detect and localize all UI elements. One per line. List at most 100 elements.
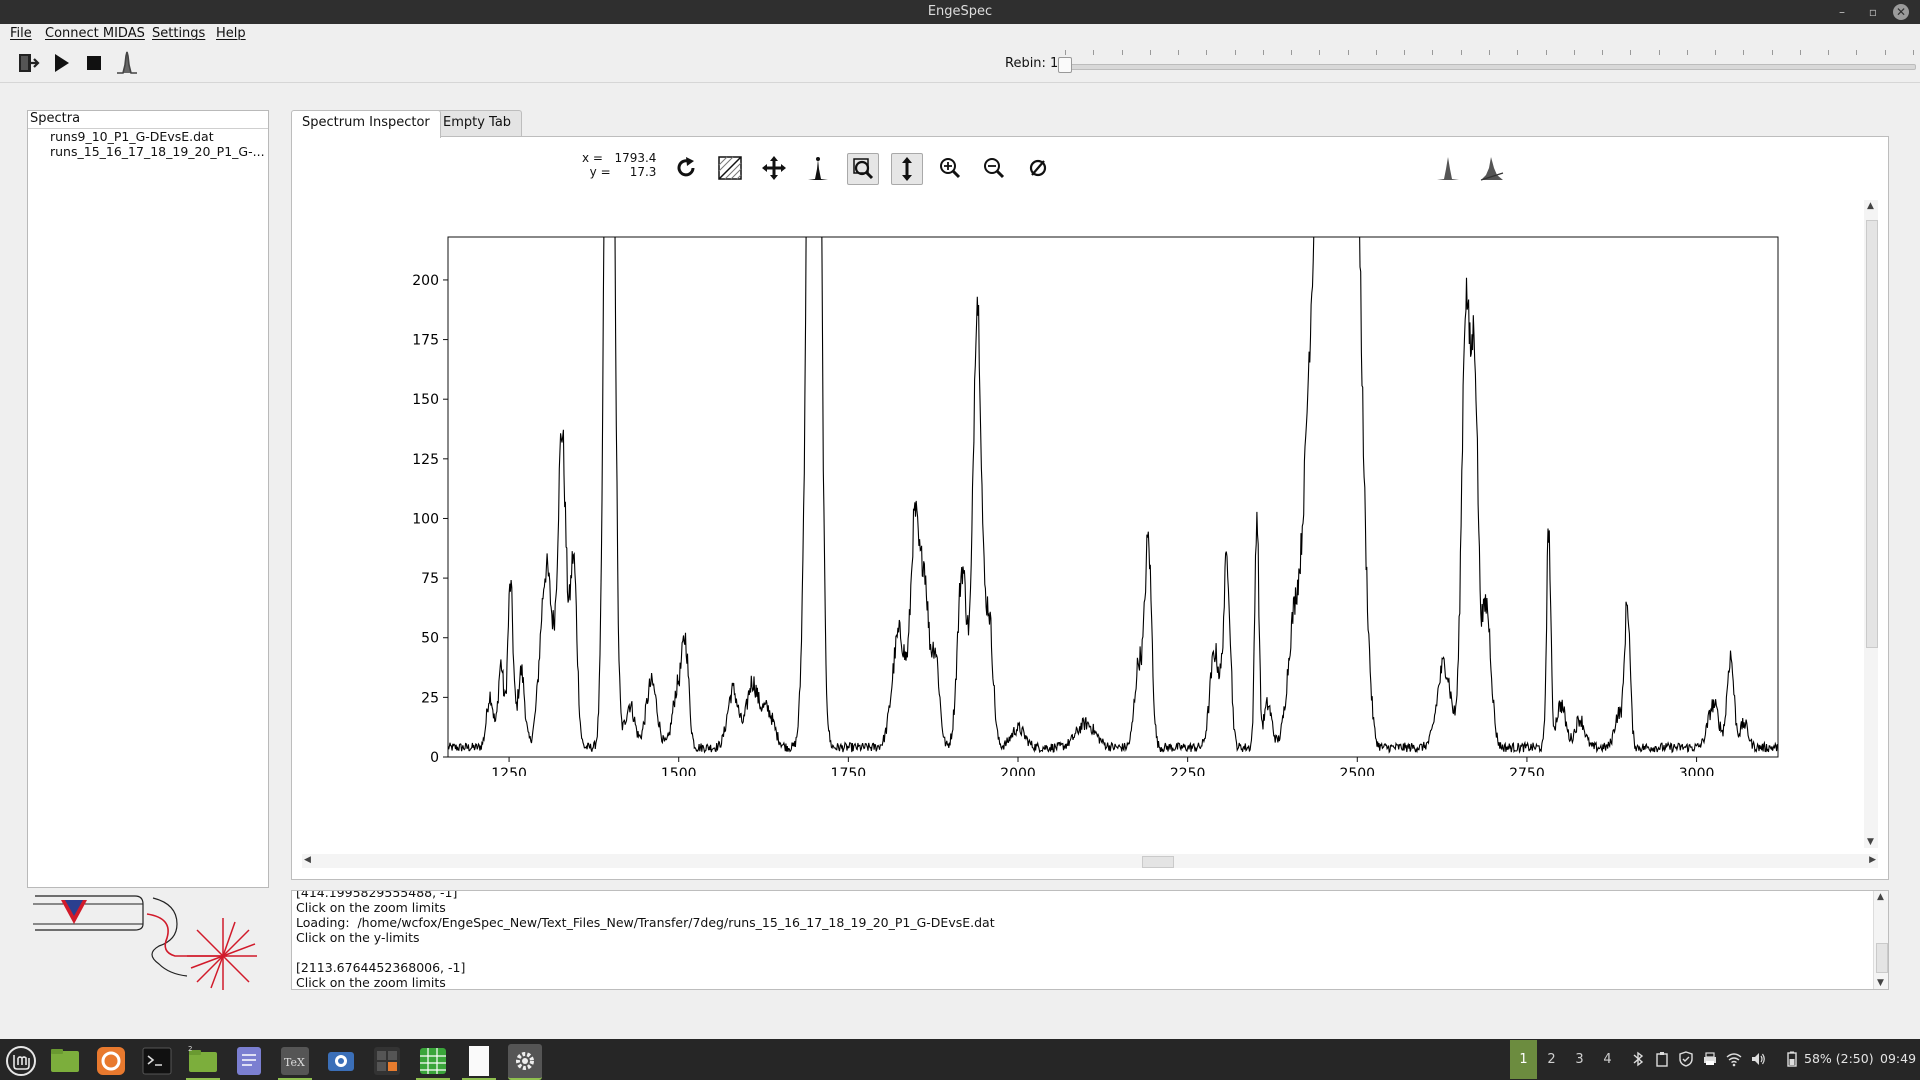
peak-icon[interactable] xyxy=(803,153,833,183)
slider-tick xyxy=(1517,50,1519,55)
scroll-thumb[interactable] xyxy=(1142,856,1174,868)
console-line: Click on the zoom limits xyxy=(296,900,446,915)
menu-file[interactable]: File xyxy=(10,26,32,41)
x-value: 1793.4 xyxy=(614,151,657,165)
slider-tick xyxy=(1206,50,1208,55)
text-editor-icon[interactable] xyxy=(232,1044,266,1078)
firefox-icon[interactable] xyxy=(94,1044,128,1078)
spectra-item[interactable]: runs9_10_P1_G-DEvsE.dat xyxy=(28,129,268,144)
calculator-icon[interactable] xyxy=(370,1044,404,1078)
spectrum-icon[interactable] xyxy=(114,50,140,76)
settings-icon[interactable] xyxy=(508,1044,542,1080)
zoom-rect-icon[interactable] xyxy=(847,153,879,185)
clear-icon[interactable] xyxy=(1023,153,1053,183)
spectrum-plot[interactable]: 0 25 50 75 100 125 150 175 200 1250 1500 1750 2000 2… xyxy=(300,196,1860,776)
restore-icon[interactable]: ▫ xyxy=(1864,3,1882,21)
x-axis: 1250 1500 1750 2000 2250 2500 2750 3000 xyxy=(491,757,1714,776)
exit-icon[interactable] xyxy=(15,50,41,76)
y-tick-label: 125 xyxy=(412,452,439,468)
scroll-thumb[interactable] xyxy=(1876,943,1888,973)
tab-spectrum-inspector[interactable]: Spectrum Inspector xyxy=(291,110,441,138)
slider-tick xyxy=(1489,50,1490,55)
bluetooth-icon[interactable] xyxy=(1630,1051,1646,1067)
spectra-item[interactable]: runs_15_16_17_18_19_20_P1_G-... xyxy=(28,144,268,159)
workspace-2[interactable]: 2 xyxy=(1538,1040,1565,1079)
scroll-left-icon[interactable]: ◀ xyxy=(304,855,311,865)
rebin-ticks xyxy=(1065,50,1914,56)
minimize-icon[interactable]: – xyxy=(1833,3,1851,21)
plot-axes xyxy=(447,236,1779,758)
rebin-slider-handle[interactable] xyxy=(1058,57,1072,73)
plot-vertical-scrollbar[interactable]: ▲ ▼ xyxy=(1864,200,1878,848)
files-icon[interactable] xyxy=(48,1044,82,1078)
burst-icon xyxy=(187,918,257,990)
scroll-thumb[interactable] xyxy=(1866,220,1878,648)
wifi-icon[interactable] xyxy=(1726,1051,1742,1067)
workspace-4[interactable]: 4 xyxy=(1594,1040,1621,1079)
screenshot-icon[interactable] xyxy=(324,1044,358,1078)
y-limits-icon[interactable] xyxy=(891,153,923,185)
x-tick-label: 2250 xyxy=(1170,766,1206,776)
file-manager-icon[interactable]: 2 xyxy=(186,1044,220,1080)
zoom-in-icon[interactable] xyxy=(935,153,965,183)
scroll-up-icon[interactable]: ▲ xyxy=(1867,201,1874,211)
printer-icon[interactable] xyxy=(1702,1051,1718,1067)
mint-menu-icon[interactable] xyxy=(4,1044,38,1078)
shield-icon[interactable] xyxy=(1678,1051,1694,1067)
terminal-icon[interactable] xyxy=(140,1044,174,1078)
slider-tick xyxy=(1432,50,1434,55)
slider-tick xyxy=(1828,50,1830,55)
home-icon[interactable] xyxy=(671,153,701,183)
scroll-down-icon[interactable]: ▼ xyxy=(1867,837,1874,847)
peak-fit-bg-icon[interactable] xyxy=(1477,153,1507,183)
menu-help[interactable]: Help xyxy=(216,26,246,41)
clock[interactable]: 09:49 xyxy=(1880,1051,1916,1066)
slider-tick xyxy=(1093,50,1095,55)
y-tick-label: 50 xyxy=(421,631,439,647)
menu-connect-midas[interactable]: Connect MIDAS xyxy=(45,26,145,41)
slider-tick xyxy=(1291,50,1293,55)
stop-icon[interactable] xyxy=(81,50,107,76)
tex-editor-icon[interactable]: TeX xyxy=(278,1044,312,1080)
slider-tick xyxy=(1913,50,1914,55)
plot-horizontal-scrollbar[interactable]: ◀ ▶ xyxy=(302,854,1878,868)
scroll-up-icon[interactable]: ▲ xyxy=(1877,892,1884,902)
spectra-header: Spectra xyxy=(28,111,268,129)
console-scrollbar[interactable]: ▲ ▼ xyxy=(1873,891,1888,989)
scroll-down-icon[interactable]: ▼ xyxy=(1877,978,1884,988)
spreadsheet-icon[interactable] xyxy=(416,1044,450,1080)
menu-settings[interactable]: Settings xyxy=(152,26,205,41)
y-tick-label: 0 xyxy=(430,750,439,766)
slider-tick xyxy=(1743,50,1745,55)
peak-fit-icon[interactable] xyxy=(1433,153,1463,183)
console-output[interactable]: [414.1995829555488, -1] Click on the zoo… xyxy=(291,890,1889,990)
slider-tick xyxy=(1856,50,1858,55)
slider-tick xyxy=(1771,50,1773,55)
x-tick-label: 3000 xyxy=(1679,766,1715,776)
rebin-slider[interactable] xyxy=(1062,64,1916,70)
x-tick-label: 1750 xyxy=(831,766,867,776)
volume-icon[interactable] xyxy=(1750,1051,1766,1067)
console-line: Click on the y-limits xyxy=(296,930,420,945)
scroll-right-icon[interactable]: ▶ xyxy=(1869,855,1876,865)
workspace-1[interactable]: 1 xyxy=(1510,1040,1537,1079)
slider-tick xyxy=(1121,50,1123,55)
zoom-out-icon[interactable] xyxy=(979,153,1009,183)
console-line: [414.1995829555488, -1] xyxy=(296,890,458,900)
slider-tick xyxy=(1884,50,1886,55)
document-icon[interactable] xyxy=(462,1044,496,1080)
play-icon[interactable] xyxy=(48,50,74,76)
rebin-label: Rebin: 1 xyxy=(1005,56,1059,71)
log-scale-icon[interactable] xyxy=(715,153,745,183)
slider-tick xyxy=(1234,50,1236,55)
tab-empty[interactable]: Empty Tab xyxy=(432,110,523,136)
y-tick-label: 200 xyxy=(412,273,439,289)
close-icon[interactable]: ✕ xyxy=(1893,4,1909,20)
workspace-3[interactable]: 3 xyxy=(1566,1040,1593,1079)
pan-icon[interactable] xyxy=(759,153,789,183)
battery-icon[interactable] xyxy=(1784,1051,1800,1067)
x-tick-label: 1500 xyxy=(661,766,697,776)
x-label: x = xyxy=(582,151,603,165)
clipboard-icon[interactable] xyxy=(1654,1051,1670,1067)
